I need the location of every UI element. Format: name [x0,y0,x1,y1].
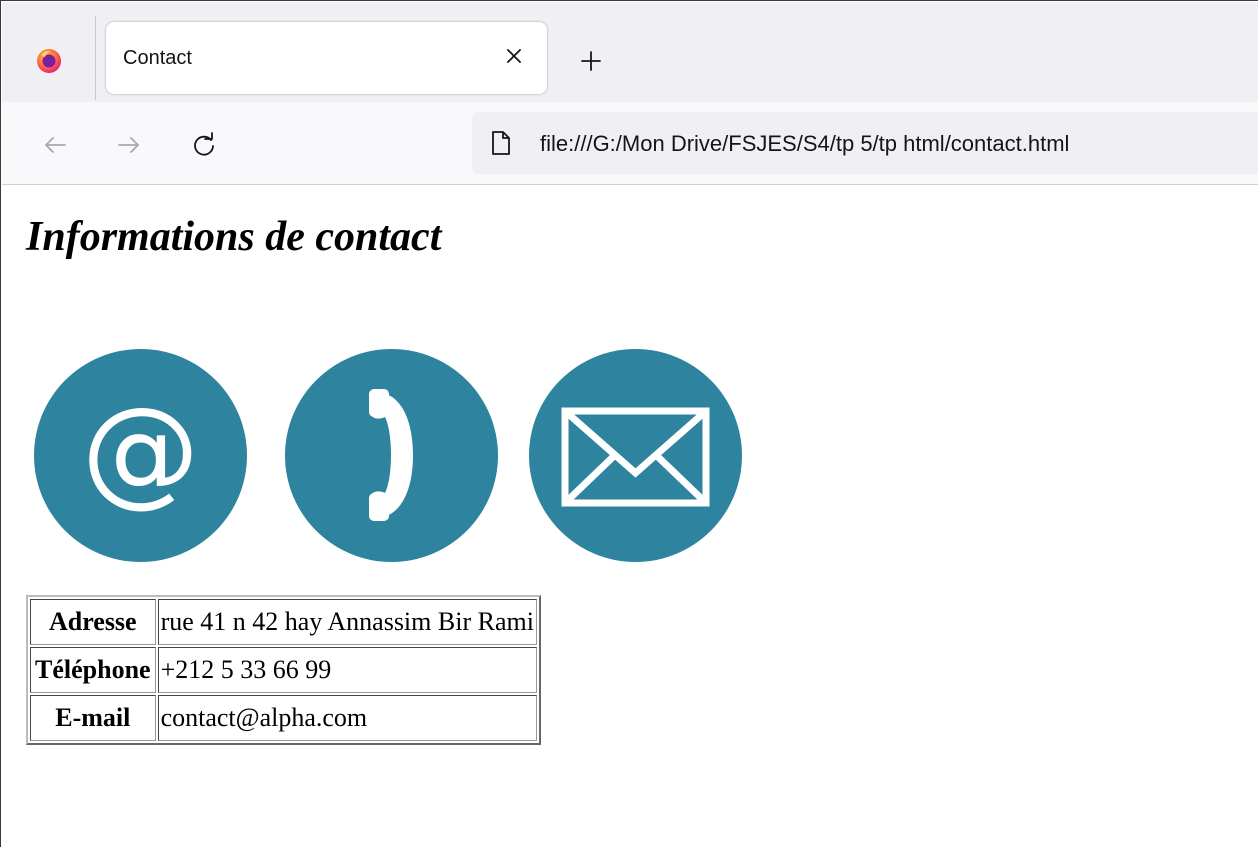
phone-label: Téléphone [30,647,156,693]
table-row: E-mail contact@alpha.com [30,695,537,741]
url-text[interactable]: file:///G:/Mon Drive/FSJES/S4/tp 5/tp ht… [540,131,1069,157]
tab-title: Contact [123,47,192,69]
browser-window: Contact file:///G:/Mon Drive/FSJES/S4/tp… [0,0,1258,848]
navigation-bar: file:///G:/Mon Drive/FSJES/S4/tp 5/tp ht… [2,102,1258,185]
address-value: rue 41 n 42 hay Annassim Bir Rami [157,599,537,645]
page-title: Informations de contact [26,214,442,260]
email-label: E-mail [30,695,156,741]
close-icon[interactable] [502,44,526,68]
phone-value: +212 5 33 66 99 [157,647,537,693]
page-content: Informations de contact @ Adresse rue 41… [2,185,1258,848]
contact-info-table: Adresse rue 41 n 42 hay Annassim Bir Ram… [26,595,541,745]
plus-icon[interactable] [578,48,604,74]
address-label: Adresse [30,599,156,645]
at-sign-icon: @ [34,349,247,562]
table-row: Adresse rue 41 n 42 hay Annassim Bir Ram… [30,599,537,645]
url-bar[interactable]: file:///G:/Mon Drive/FSJES/S4/tp 5/tp ht… [472,112,1258,174]
reload-icon[interactable] [189,130,219,160]
table-row: Téléphone +212 5 33 66 99 [30,647,537,693]
tab-strip: Contact [2,2,1258,102]
back-arrow-icon[interactable] [40,130,70,160]
forward-arrow-icon[interactable] [114,130,144,160]
telephone-icon [285,349,498,562]
tab-separator [95,16,96,100]
page-icon [492,131,510,155]
tab-contact[interactable]: Contact [106,22,547,94]
email-value: contact@alpha.com [157,695,537,741]
envelope-icon [529,349,742,562]
svg-text:@: @ [82,381,200,519]
firefox-logo-icon [37,49,61,73]
